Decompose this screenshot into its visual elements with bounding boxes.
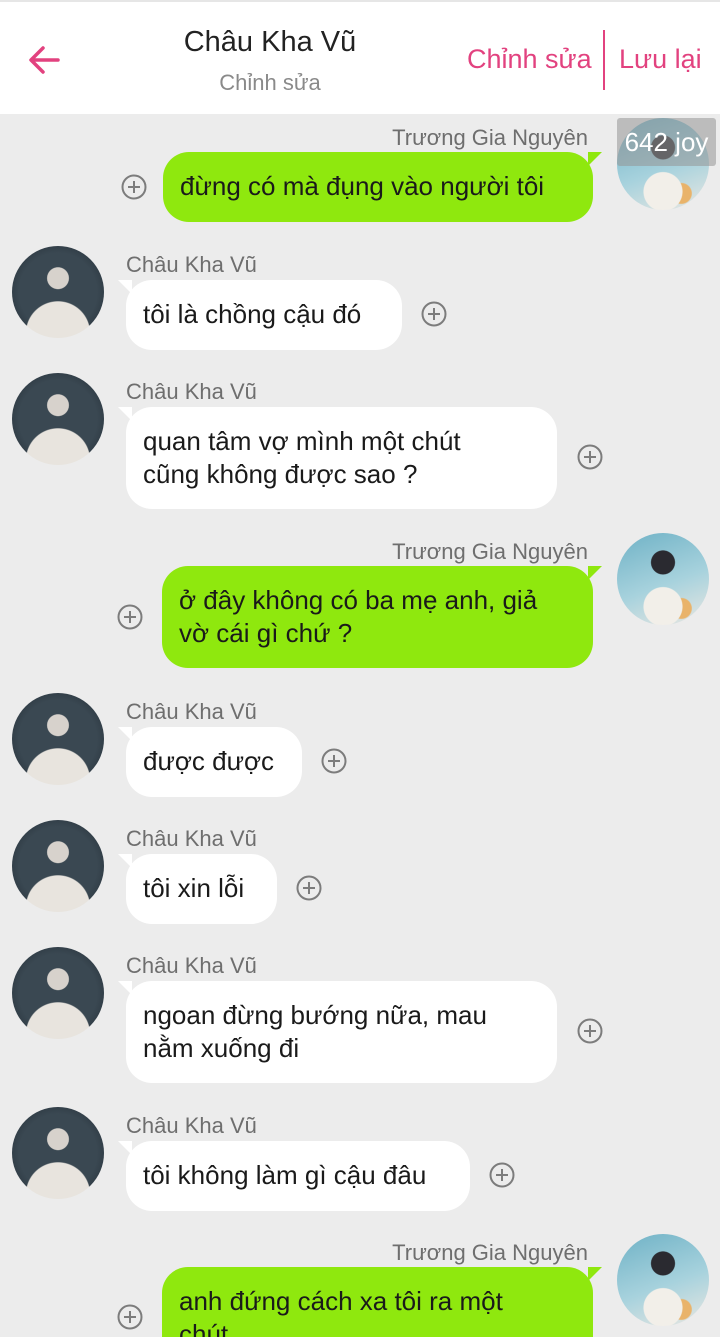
sender-name: Châu Kha Vũ [126,826,257,851]
message-bubble[interactable]: anh đứng cách xa tôi ra một chút [162,1267,593,1337]
add-circle-icon[interactable] [489,1162,515,1188]
bubble-tail [588,1267,602,1281]
avatar-chau-kha-vu[interactable] [12,246,104,338]
message-line: tôi không làm gì cậu đâu [143,1160,427,1190]
sender-name: Trương Gia Nguyên [392,1240,588,1265]
header-divider [603,30,605,90]
message-bubble[interactable]: ở đây không có ba mẹ anh, giả vờ cái gì … [162,566,593,668]
bubble-tail [588,152,602,166]
chat-title: Châu Kha Vũ [183,26,357,58]
avatar-chau-kha-vu[interactable] [12,1107,104,1199]
message-line: tôi xin lỗi [143,873,245,903]
sender-name: Châu Kha Vũ [126,252,257,277]
avatar-chau-kha-vu[interactable] [12,820,104,912]
bubble-tail [588,566,602,580]
avatar-truong-gia-nguyen[interactable] [617,1234,709,1326]
sender-name: Châu Kha Vũ [126,699,257,724]
add-circle-icon[interactable] [321,748,347,774]
message-line: ngoan đừng bướng nữa, mau [143,1000,487,1030]
save-button[interactable]: Lưu lại [619,44,702,75]
message-line: anh đứng cách xa tôi ra một [179,1286,503,1316]
message-line: cũng không được sao ? [143,459,418,489]
add-circle-icon[interactable] [577,444,603,470]
message-bubble[interactable]: quan tâm vợ mình một chút cũng không đượ… [126,407,557,509]
avatar-truong-gia-nguyen[interactable] [617,533,709,625]
message-line: quan tâm vợ mình một chút [143,426,461,456]
message-bubble[interactable]: tôi xin lỗi [126,854,277,924]
message-line: được được [143,746,275,776]
message-bubble[interactable]: tôi không làm gì cậu đâu [126,1141,470,1211]
add-circle-icon[interactable] [421,301,447,327]
avatar-chau-kha-vu[interactable] [12,693,104,785]
add-circle-icon[interactable] [296,875,322,901]
chat-header: Châu Kha Vũ Chỉnh sửa Chỉnh sửa Lưu lại [0,0,720,114]
add-circle-icon[interactable] [121,174,147,200]
avatar-chau-kha-vu[interactable] [12,947,104,1039]
message-line: tôi là chồng cậu đó [143,299,362,329]
message-line: chút [179,1319,229,1337]
watermark-label: 642 joy [617,118,716,166]
add-circle-icon[interactable] [577,1018,603,1044]
message-bubble[interactable]: được được [126,727,302,797]
add-circle-icon[interactable] [117,604,143,630]
message-line: ở đây không có ba mẹ anh, giả [179,585,538,615]
sender-name: Trương Gia Nguyên [392,539,588,564]
sender-name: Trương Gia Nguyên [392,125,588,150]
message-bubble[interactable]: ngoan đừng bướng nữa, mau nằm xuống đi [126,981,557,1083]
edit-button[interactable]: Chỉnh sửa [467,44,592,75]
message-bubble[interactable]: tôi là chồng cậu đó [126,280,402,350]
add-circle-icon[interactable] [117,1304,143,1330]
message-bubble[interactable]: đừng có mà đụng vào người tôi [163,152,593,222]
sender-name: Châu Kha Vũ [126,1113,257,1138]
sender-name: Châu Kha Vũ [126,953,257,978]
back-arrow-icon[interactable] [24,40,64,80]
sender-name: Châu Kha Vũ [126,379,257,404]
message-line: nằm xuống đi [143,1033,300,1063]
avatar-chau-kha-vu[interactable] [12,373,104,465]
chat-subtitle: Chỉnh sửa [219,70,321,95]
message-line: vờ cái gì chứ ? [179,618,353,648]
message-line: đừng có mà đụng vào người tôi [180,171,545,201]
